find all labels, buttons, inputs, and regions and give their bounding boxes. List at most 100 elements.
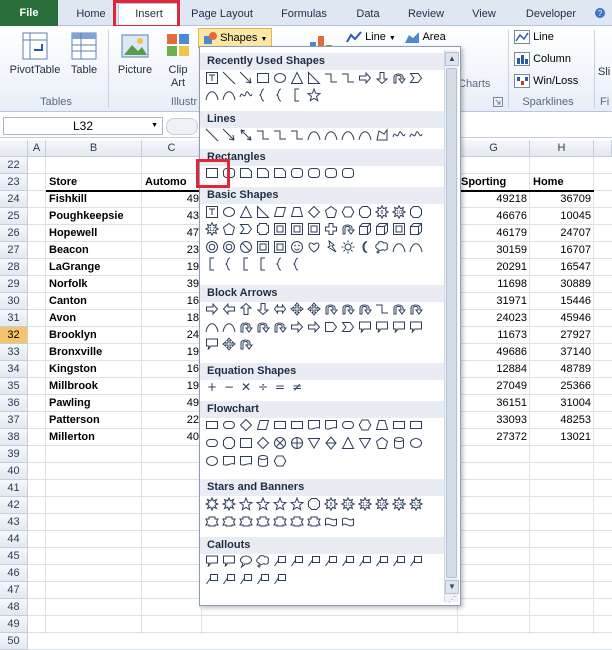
- cell-automotive[interactable]: 19: [142, 378, 202, 395]
- cell-automotive[interactable]: 40: [142, 429, 202, 446]
- u-arrow-shape-icon[interactable]: [392, 302, 406, 316]
- brace-shape-icon[interactable]: [222, 257, 236, 271]
- cell-store[interactable]: Canton: [46, 293, 142, 310]
- cell-automotive[interactable]: 19: [142, 344, 202, 361]
- frame-shape-icon[interactable]: [392, 222, 406, 236]
- dialog-launcher-icon[interactable]: [493, 97, 503, 107]
- round-rect-shape-icon[interactable]: [341, 166, 355, 180]
- column-header-c[interactable]: C: [142, 140, 202, 157]
- donut-shape-icon[interactable]: [222, 240, 236, 254]
- no-symbol-shape-icon[interactable]: [239, 240, 253, 254]
- bracket-shape-icon[interactable]: [256, 257, 270, 271]
- clip-art-button[interactable]: Clip Art: [160, 30, 196, 90]
- process-shape-icon[interactable]: [205, 418, 219, 432]
- header-home[interactable]: Home: [530, 174, 594, 191]
- bracket-shape-icon[interactable]: [205, 257, 219, 271]
- eq-shape-icon[interactable]: ÷: [256, 380, 270, 394]
- triangle-shape-icon[interactable]: [290, 71, 304, 85]
- elbow-shape-icon[interactable]: [341, 71, 355, 85]
- line-callout-shape-icon[interactable]: [409, 554, 423, 568]
- cell-sporting[interactable]: 20291: [458, 259, 530, 276]
- row-header-42[interactable]: 42: [0, 497, 28, 514]
- u-arrow-shape-icon[interactable]: [273, 320, 287, 334]
- arrow-line-shape-icon[interactable]: [239, 71, 253, 85]
- triangle-shape-icon[interactable]: [239, 205, 253, 219]
- cell-automotive[interactable]: 24: [142, 327, 202, 344]
- snip-rect-shape-icon[interactable]: [273, 166, 287, 180]
- curve-shape-icon[interactable]: [341, 128, 355, 142]
- help-icon[interactable]: ?: [590, 6, 610, 26]
- cell-sporting[interactable]: 33093: [458, 412, 530, 429]
- tab-page-layout[interactable]: Page Layout: [184, 4, 260, 24]
- freeform-shape-icon[interactable]: [375, 128, 389, 142]
- wave-shape-icon[interactable]: [341, 515, 355, 529]
- cell-store[interactable]: Fishkill: [46, 191, 142, 208]
- ribbon-shape-icon[interactable]: [256, 515, 270, 529]
- oval-shape-icon[interactable]: [409, 436, 423, 450]
- row-header-23[interactable]: 23: [0, 174, 28, 191]
- parallelogram-shape-icon[interactable]: [256, 418, 270, 432]
- terminator-shape-icon[interactable]: [341, 418, 355, 432]
- numstar-shape-icon[interactable]: 24: [392, 497, 406, 511]
- curve-shape-icon[interactable]: [392, 240, 406, 254]
- cell-store[interactable]: Hopewell: [46, 225, 142, 242]
- row-header-44[interactable]: 44: [0, 531, 28, 548]
- cell-sporting[interactable]: 27372: [458, 429, 530, 446]
- process-shape-icon[interactable]: [290, 418, 304, 432]
- diamond-shape-icon[interactable]: [256, 436, 270, 450]
- round-rect-shape-icon[interactable]: [290, 166, 304, 180]
- rect-shape-icon[interactable]: [256, 71, 270, 85]
- column-header-h[interactable]: H: [530, 140, 594, 157]
- right-triangle-shape-icon[interactable]: [307, 71, 321, 85]
- column-header-a[interactable]: A: [28, 140, 46, 157]
- u-arrow-shape-icon[interactable]: [239, 320, 253, 334]
- cell-home[interactable]: 48253: [530, 412, 594, 429]
- sparkline-line-button[interactable]: Line: [514, 30, 594, 48]
- star-shape-icon[interactable]: [256, 497, 270, 511]
- right-arrow-shape-icon[interactable]: [290, 320, 304, 334]
- row-header-43[interactable]: 43: [0, 514, 28, 531]
- line-callout-shape-icon[interactable]: [358, 554, 372, 568]
- document-shape-icon[interactable]: [307, 418, 321, 432]
- tab-file[interactable]: File: [0, 0, 58, 26]
- eq-shape-icon[interactable]: +: [205, 380, 219, 394]
- cell-home[interactable]: 31004: [530, 395, 594, 412]
- cylinder-shape-icon[interactable]: [392, 436, 406, 450]
- octagon-shape-icon[interactable]: [409, 205, 423, 219]
- row-header-41[interactable]: 41: [0, 480, 28, 497]
- elbow-shape-icon[interactable]: [290, 128, 304, 142]
- cell-automotive[interactable]: 23: [142, 242, 202, 259]
- cell-home[interactable]: 10045: [530, 208, 594, 225]
- elbow-shape-icon[interactable]: [324, 71, 338, 85]
- diamond-shape-icon[interactable]: [239, 418, 253, 432]
- star-shape-icon[interactable]: [290, 497, 304, 511]
- cross-shape-icon[interactable]: [324, 222, 338, 236]
- sum-shape-icon[interactable]: [273, 436, 287, 450]
- curve-shape-icon[interactable]: [409, 240, 423, 254]
- row-header-35[interactable]: 35: [0, 378, 28, 395]
- arrow-line-shape-icon[interactable]: [222, 128, 236, 142]
- callout-shape-icon[interactable]: [375, 320, 389, 334]
- scribble-shape-icon[interactable]: [409, 128, 423, 142]
- row-header-24[interactable]: 24: [0, 191, 28, 208]
- elbow-shape-icon[interactable]: [273, 128, 287, 142]
- scribble-shape-icon[interactable]: [392, 128, 406, 142]
- star-shape-icon[interactable]: [239, 497, 253, 511]
- row-header-39[interactable]: 39: [0, 446, 28, 463]
- document-shape-icon[interactable]: [239, 454, 253, 468]
- pentagon-shape-icon[interactable]: [324, 205, 338, 219]
- pentagon-shape-icon[interactable]: [222, 222, 236, 236]
- cell-home[interactable]: 45946: [530, 310, 594, 327]
- sort-shape-icon[interactable]: [324, 436, 338, 450]
- name-box[interactable]: L32 ▼: [3, 117, 163, 135]
- burst-shape-icon[interactable]: [205, 497, 219, 511]
- cell-store[interactable]: Patterson: [46, 412, 142, 429]
- pivottable-button[interactable]: PivotTable: [4, 30, 66, 76]
- eq-shape-icon[interactable]: ≠: [290, 380, 304, 394]
- row-header-46[interactable]: 46: [0, 565, 28, 582]
- quad-arrow-shape-icon[interactable]: [290, 302, 304, 316]
- cell-store[interactable]: Pawling: [46, 395, 142, 412]
- cell-sporting[interactable]: 49686: [458, 344, 530, 361]
- numstar-shape-icon[interactable]: 8: [324, 497, 338, 511]
- row-header-29[interactable]: 29: [0, 276, 28, 293]
